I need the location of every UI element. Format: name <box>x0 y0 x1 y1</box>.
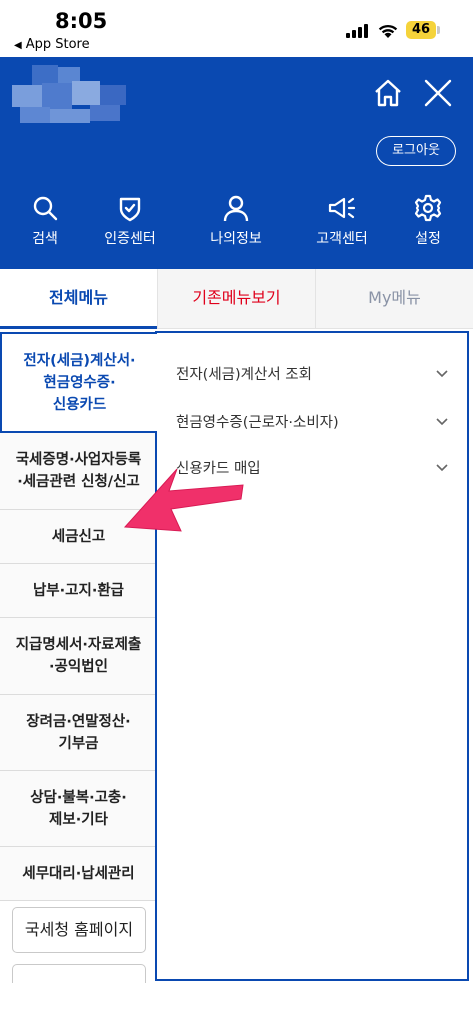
quick-menu-my-info[interactable]: 나의정보 <box>196 192 276 258</box>
bottom-area <box>0 983 473 1024</box>
home-icon <box>375 79 401 107</box>
battery-tip <box>437 26 440 34</box>
category-label: 세무대리·납세관리 <box>22 865 135 882</box>
tab-all-menu[interactable]: 전체메뉴 <box>0 269 157 329</box>
logout-button[interactable]: 로그아웃 <box>376 136 456 166</box>
category-list: 전자(세금)계산서· 현금영수증· 신용카드 국세증명·사업자등록 ·세금관련 … <box>0 329 157 1024</box>
quick-menu-label: 나의정보 <box>210 231 262 247</box>
category-e-invoice[interactable]: 전자(세금)계산서· 현금영수증· 신용카드 <box>0 332 157 433</box>
category-label: 장려금·연말정산· 기부금 <box>26 713 131 752</box>
search-icon <box>33 196 58 221</box>
submenu-e-invoice-lookup[interactable]: 전자(세금)계산서 조회 <box>157 353 467 397</box>
home-button[interactable] <box>370 75 406 111</box>
category-payment-refund[interactable]: 납부·고지·환급 <box>0 564 157 618</box>
quick-menu-certification[interactable]: 인증센터 <box>90 192 170 258</box>
category-payment-statement[interactable]: 지급명세서·자료제출 ·공익법인 <box>0 618 157 695</box>
shield-icon <box>119 197 141 222</box>
close-button[interactable] <box>420 75 456 111</box>
category-label: 지급명세서·자료제출 ·공익법인 <box>15 637 142 675</box>
close-icon <box>424 79 452 107</box>
quick-menu-search[interactable]: 검색 <box>5 192 85 258</box>
annotation-arrow-icon <box>123 468 244 532</box>
quick-menu-bar: 검색 인증센터 나의정보 고객센터 설정 <box>0 192 473 264</box>
megaphone-icon <box>328 197 356 219</box>
category-tax-agent[interactable]: 세무대리·납세관리 <box>0 847 157 901</box>
battery-indicator: 46 <box>406 21 436 39</box>
user-icon <box>223 195 249 222</box>
quick-menu-label: 고객센터 <box>316 231 368 247</box>
back-label: App Store <box>25 37 90 52</box>
category-label: 세금신고 <box>51 528 106 545</box>
status-bar: 8:05 ◀ App Store 46 <box>0 0 473 57</box>
submenu-label: 전자(세금)계산서 조회 <box>176 367 312 383</box>
back-triangle-icon: ◀ <box>14 40 22 51</box>
chevron-down-icon <box>436 464 448 472</box>
gear-icon <box>414 194 442 222</box>
quick-menu-label: 검색 <box>32 231 58 247</box>
cellular-signal-icon <box>346 24 368 38</box>
blurred-user-name <box>12 63 127 123</box>
app-header: 로그아웃 검색 인증센터 나의정보 고객센터 설정 <box>0 57 473 269</box>
submenu-label: 현금영수증(근로자·소비자) <box>176 415 339 431</box>
chevron-down-icon <box>436 418 448 426</box>
tab-my-menu[interactable]: My메뉴 <box>315 269 473 329</box>
app-root: 8:05 ◀ App Store 46 로그아웃 검색 인증센터 나의정보 고객… <box>0 0 473 1024</box>
back-to-app-store[interactable]: ◀ App Store <box>14 37 90 52</box>
category-label: 상담·불복·고충· 제보·기타 <box>30 789 127 828</box>
nts-homepage-link[interactable]: 국세청 홈페이지 <box>12 907 146 953</box>
category-label: 납부·고지·환급 <box>32 582 125 599</box>
category-consultation-appeal[interactable]: 상담·불복·고충· 제보·기타 <box>0 771 157 847</box>
category-label: 전자(세금)계산서· 현금영수증· 신용카드 <box>23 352 136 413</box>
status-time: 8:05 <box>55 9 108 33</box>
submenu-panel: 전자(세금)계산서 조회 현금영수증(근로자·소비자) 신용카드 매입 <box>155 331 469 981</box>
wifi-icon <box>378 24 398 38</box>
chevron-down-icon <box>436 370 448 378</box>
quick-menu-settings[interactable]: 설정 <box>388 192 468 258</box>
tab-legacy-menu[interactable]: 기존메뉴보기 <box>157 269 315 329</box>
quick-menu-label: 설정 <box>415 231 441 247</box>
quick-menu-label: 인증센터 <box>104 231 156 247</box>
quick-menu-customer-center[interactable]: 고객센터 <box>302 192 382 258</box>
menu-tabs: 전체메뉴 기존메뉴보기 My메뉴 <box>0 269 473 329</box>
category-incentive-year-end[interactable]: 장려금·연말정산· 기부금 <box>0 695 157 771</box>
submenu-cash-receipt[interactable]: 현금영수증(근로자·소비자) <box>157 401 467 445</box>
